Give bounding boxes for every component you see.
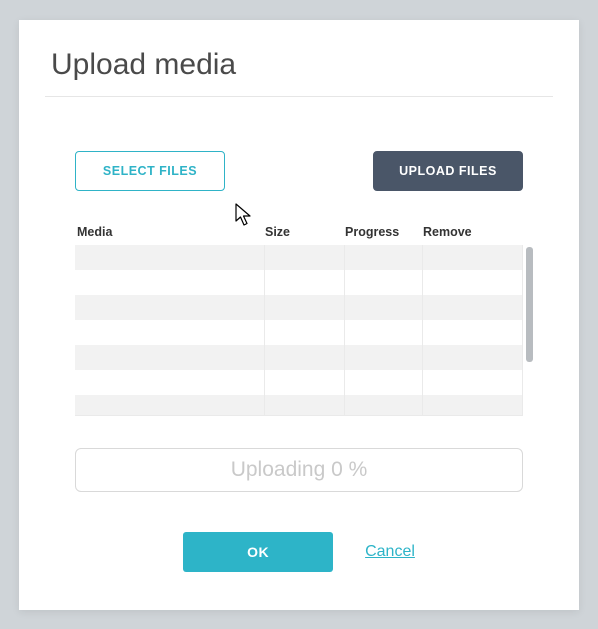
upload-progress-text: Uploading 0 % <box>231 458 368 482</box>
select-files-button[interactable]: SELECT FILES <box>75 151 225 191</box>
files-table: Media Size Progress Remove <box>75 225 523 416</box>
cancel-link[interactable]: Cancel <box>365 543 415 561</box>
dialog-content: SELECT FILES UPLOAD FILES Media Size Pro… <box>45 151 553 572</box>
table-header-row: Media Size Progress Remove <box>75 225 523 245</box>
upload-files-button[interactable]: UPLOAD FILES <box>373 151 523 191</box>
col-header-progress: Progress <box>345 225 423 239</box>
table-row <box>75 395 522 415</box>
upload-progress-bar: Uploading 0 % <box>75 448 523 492</box>
col-header-size: Size <box>265 225 345 239</box>
table-row <box>75 345 522 370</box>
dialog-title: Upload media <box>51 48 553 82</box>
col-header-remove: Remove <box>423 225 485 239</box>
ok-button[interactable]: OK <box>183 532 333 572</box>
dialog-footer: OK Cancel <box>75 532 523 572</box>
divider <box>45 96 553 97</box>
vertical-scrollbar[interactable] <box>526 247 533 417</box>
table-row <box>75 370 522 395</box>
table-row <box>75 270 522 295</box>
table-row <box>75 320 522 345</box>
table-row <box>75 245 522 270</box>
upload-media-dialog: Upload media SELECT FILES UPLOAD FILES M… <box>19 20 579 610</box>
col-header-media: Media <box>75 225 265 239</box>
scrollbar-thumb[interactable] <box>526 247 533 362</box>
action-button-row: SELECT FILES UPLOAD FILES <box>75 151 523 191</box>
table-body <box>75 245 523 415</box>
table-row <box>75 295 522 320</box>
